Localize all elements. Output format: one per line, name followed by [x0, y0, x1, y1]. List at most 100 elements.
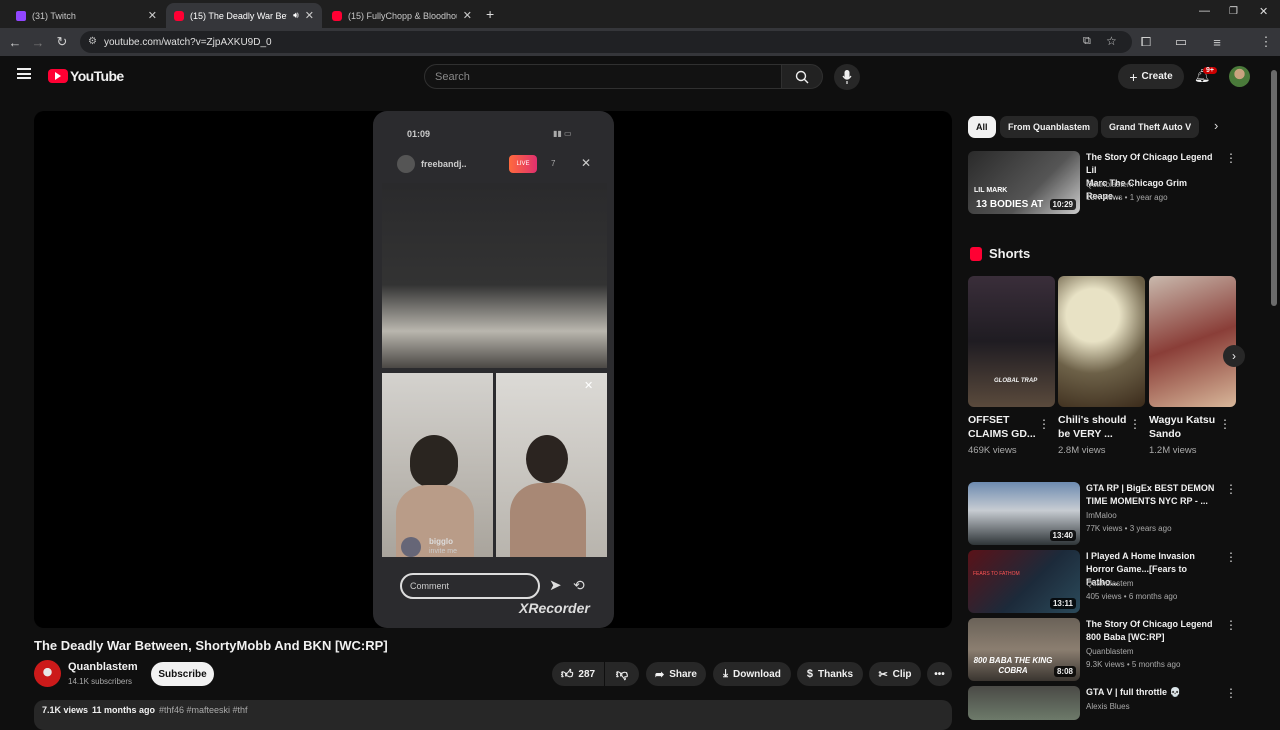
video-thumbnail[interactable]: 800 BABA THE KING COBRA 8:08 [968, 618, 1080, 681]
related-video-meta: 19K views • 1 year ago [1086, 193, 1168, 202]
related-video-title[interactable]: GTA V | full throttle 💀 [1086, 686, 1221, 699]
related-video-channel[interactable]: Quanblastem [1086, 180, 1134, 189]
channel-name[interactable]: Quanblastem [68, 661, 138, 673]
related-video-channel[interactable]: Alexis Blues [1086, 702, 1130, 711]
related-video-meta: 405 views • 6 months ago [1086, 592, 1178, 601]
video-thumbnail[interactable]: LIL MARK 13 BODIES AT 10:29 [968, 151, 1080, 214]
short-title[interactable]: Chili's should be VERY ... [1058, 413, 1133, 441]
new-tab-icon[interactable]: + [486, 6, 494, 22]
short-thumbnail[interactable]: GLOBAL TRAP [968, 276, 1055, 407]
repost-icon: ⟲ [573, 577, 585, 593]
related-video-channel[interactable]: Quanblastem [1086, 579, 1134, 588]
back-icon[interactable]: ← [5, 32, 25, 52]
extensions-icon[interactable]: ⧠ [1136, 32, 1156, 52]
live-badge: LIVE [509, 155, 537, 173]
speaker-icon[interactable]: 🔊︎ [293, 10, 299, 21]
forward-icon[interactable]: → [28, 32, 48, 52]
related-video-channel[interactable]: ImMaloo [1086, 511, 1117, 520]
restore-icon[interactable]: ❐ [1229, 6, 1238, 17]
share-button[interactable]: ➦ Share [646, 662, 706, 686]
address-bar[interactable]: ⚙ youtube.com/watch?v=ZjpAXKU9D_0 ⧉ ☆ [80, 31, 1132, 53]
related-video-meta: 9.3K views • 5 months ago [1086, 660, 1181, 669]
subscribe-button[interactable]: Subscribe [151, 662, 214, 686]
short-title[interactable]: Wagyu Katsu Sando [1149, 413, 1224, 441]
video-player[interactable]: 01:09 ▮▮ ▭ freebandj.. LIVE 7 ✕ ✕ bigglo… [34, 111, 952, 628]
media-controls-icon[interactable]: ≡ [1207, 32, 1227, 52]
more-vertical-icon[interactable]: ⋮ [1225, 482, 1237, 496]
channel-avatar[interactable] [34, 660, 61, 687]
browser-tab-fullychopp[interactable]: (15) FullyChopp & Bloodhound ✕ [324, 3, 480, 28]
hashtags[interactable]: #thf46 #mafteeski #thf [159, 705, 248, 715]
more-actions-button[interactable]: ••• [927, 662, 952, 686]
chip-from-quanblastem[interactable]: From Quanblastem [1000, 116, 1099, 138]
short-title[interactable]: OFFSET CLAIMS GD... [968, 413, 1043, 441]
video-thumbnail[interactable]: FEARS TO FATHOM 13:11 [968, 550, 1080, 613]
create-button[interactable]: + Create [1118, 64, 1184, 89]
close-window-icon[interactable]: ✕ [1259, 5, 1268, 18]
hamburger-menu-icon[interactable] [17, 68, 31, 79]
reload-icon[interactable]: ↻ [52, 32, 72, 52]
like-button[interactable]: 👍︎ 287 [552, 662, 604, 686]
tab-title: (31) Twitch [32, 10, 76, 21]
browser-tab-deadly-war[interactable]: (15) The Deadly War Betwe 🔊︎ ✕ [166, 3, 322, 28]
notification-badge: 9+ [1203, 67, 1217, 74]
more-vertical-icon[interactable]: ⋮ [1225, 686, 1237, 700]
voice-search-button[interactable] [834, 64, 860, 90]
search-button[interactable] [781, 64, 823, 89]
title-line: I Played A Home Invasion [1086, 551, 1195, 561]
tab-title: (15) The Deadly War Betwe [190, 10, 287, 21]
video-thumbnail[interactable] [968, 686, 1080, 720]
close-tab-icon[interactable]: ✕ [463, 9, 472, 22]
related-video-channel[interactable]: Quanblastem [1086, 647, 1134, 656]
download-label: Download [733, 668, 781, 680]
title-line: Wagyu Katsu [1149, 414, 1216, 426]
more-vertical-icon[interactable]: ⋮ [1225, 618, 1237, 632]
description-box[interactable]: 7.1K views 11 months ago #thf46 #maftees… [34, 700, 952, 730]
browser-menu-icon[interactable]: ⋮ [1256, 32, 1276, 52]
page-scrollbar[interactable] [1271, 70, 1277, 306]
close-tab-icon[interactable]: ✕ [305, 9, 314, 22]
chip-gta-v[interactable]: Grand Theft Auto V [1101, 116, 1200, 138]
more-vertical-icon[interactable]: ⋮ [1225, 151, 1237, 165]
more-vertical-icon[interactable]: ⋮ [1129, 417, 1141, 431]
short-thumbnail[interactable] [1058, 276, 1145, 407]
more-vertical-icon[interactable]: ⋮ [1225, 550, 1237, 564]
site-info-icon[interactable]: ⚙ [88, 36, 97, 47]
duration-badge: 13:11 [1049, 598, 1076, 609]
title-line: The Story Of Chicago Legend [1086, 619, 1213, 629]
more-vertical-icon[interactable]: ⋮ [1219, 417, 1231, 431]
view-count: 7.1K views [42, 705, 89, 715]
related-video-title[interactable]: The Story Of Chicago Legend 800 Baba [WC… [1086, 618, 1221, 644]
cast-icon[interactable]: ▭ [1171, 32, 1191, 52]
thanks-label: Thanks [818, 668, 854, 680]
chevron-right-icon[interactable]: › [1214, 118, 1218, 133]
title-line: The Story Of Chicago Legend Lil [1086, 152, 1213, 175]
guest-video-right: ✕ [496, 373, 607, 557]
clip-button[interactable]: ✂ Clip [869, 662, 921, 686]
close-tab-icon[interactable]: ✕ [148, 9, 157, 22]
minimize-icon[interactable]: — [1199, 5, 1210, 17]
short-thumbnail[interactable] [1149, 276, 1236, 407]
microphone-icon [842, 70, 852, 84]
related-video-title[interactable]: GTA RP | BigEx BEST DEMON TIME MOMENTS N… [1086, 482, 1221, 508]
download-button[interactable]: ⤓ Download [713, 662, 791, 686]
short-views: 2.8M views [1058, 445, 1106, 456]
thumb-text: LIL MARK [974, 187, 1008, 194]
more-vertical-icon[interactable]: ⋮ [1038, 417, 1050, 431]
account-avatar[interactable] [1229, 66, 1250, 87]
shorts-next-button[interactable]: › [1223, 345, 1245, 367]
thanks-button[interactable]: $ Thanks [797, 662, 863, 686]
bookmark-star-icon[interactable]: ☆ [1106, 34, 1117, 48]
browser-tab-twitch[interactable]: (31) Twitch ✕ [8, 3, 165, 28]
dislike-button[interactable]: 👎︎ [605, 662, 639, 686]
video-thumbnail[interactable]: 13:40 [968, 482, 1080, 545]
live-video-top [382, 183, 607, 368]
youtube-logo[interactable]: YouTube [48, 68, 124, 84]
twitch-favicon-icon [16, 10, 26, 21]
duration-badge: 8:08 [1053, 666, 1076, 677]
install-app-icon[interactable]: ⧉ [1083, 35, 1091, 48]
title-line: OFFSET [968, 414, 1010, 426]
chip-all[interactable]: All [968, 116, 996, 138]
search-input[interactable]: Search [424, 64, 782, 89]
title-line: GTA RP | BigEx BEST DEMON [1086, 483, 1215, 493]
